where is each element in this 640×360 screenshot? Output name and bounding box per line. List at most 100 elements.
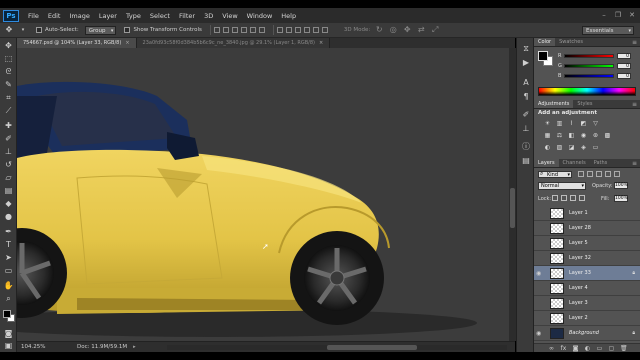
b-slider[interactable]: B 0 bbox=[558, 72, 636, 79]
layer-row[interactable]: Layer 1 bbox=[534, 206, 640, 221]
channel-mixer-icon[interactable]: ⊛ bbox=[592, 132, 599, 139]
visibility-eye-icon[interactable]: ◉ bbox=[536, 270, 544, 277]
panel-menu-icon[interactable]: ≡ bbox=[632, 159, 637, 168]
dodge-tool-icon[interactable]: ● bbox=[3, 211, 14, 222]
blur-tool-icon[interactable]: ◆ bbox=[3, 198, 14, 209]
r-value[interactable]: 0 bbox=[617, 52, 631, 59]
foreground-color-chip[interactable] bbox=[538, 51, 548, 61]
photo-filter-icon[interactable]: ◉ bbox=[580, 132, 587, 139]
levels-icon[interactable]: ▥ bbox=[556, 120, 563, 127]
exposure-icon[interactable]: ◩ bbox=[580, 120, 587, 127]
b-value[interactable]: 0 bbox=[617, 72, 631, 79]
layer-row[interactable]: Layer 2 bbox=[534, 311, 640, 326]
scroll-thumb[interactable] bbox=[510, 188, 515, 228]
move-tool-icon[interactable]: ✥ bbox=[3, 40, 14, 51]
properties-panel-icon[interactable]: ▤ bbox=[521, 156, 531, 166]
visibility-toggle-icon[interactable] bbox=[536, 285, 544, 292]
distribute-icon[interactable] bbox=[303, 27, 310, 33]
align-center-icon[interactable] bbox=[249, 27, 256, 33]
distribute-icon[interactable] bbox=[321, 27, 328, 33]
3d-rotate-icon[interactable]: ↻ bbox=[374, 25, 384, 35]
tab-swatches[interactable]: Swatches bbox=[555, 38, 587, 46]
hand-tool-icon[interactable]: ✋ bbox=[3, 280, 14, 291]
align-left-icon[interactable] bbox=[240, 27, 247, 33]
tab-layers[interactable]: Layers bbox=[534, 159, 559, 167]
distribute-icon[interactable] bbox=[285, 27, 292, 33]
new-group-icon[interactable]: ▭ bbox=[596, 345, 603, 352]
tab-adjustments[interactable]: Adjustments bbox=[534, 100, 574, 108]
vertical-scrollbar[interactable] bbox=[509, 48, 516, 341]
horizontal-scrollbar[interactable] bbox=[167, 345, 507, 350]
curves-icon[interactable]: ⌇ bbox=[568, 120, 575, 127]
tab-channels[interactable]: Channels bbox=[559, 159, 590, 167]
close-tab-icon[interactable]: × bbox=[319, 40, 323, 46]
align-middle-icon[interactable] bbox=[222, 27, 229, 33]
close-tab-icon[interactable]: × bbox=[125, 40, 129, 46]
3d-pan-icon[interactable]: ✥ bbox=[402, 25, 412, 35]
visibility-toggle-icon[interactable] bbox=[536, 315, 544, 322]
zoom-level[interactable]: 104.25% bbox=[21, 344, 57, 350]
layer-row-background[interactable]: ◉ Background 🔒︎ bbox=[534, 326, 640, 341]
document-tab[interactable]: 754667.psd @ 104% (Layer 33, RGB/8) × bbox=[17, 38, 137, 48]
panel-menu-icon[interactable]: ≡ bbox=[632, 100, 637, 109]
character-panel-icon[interactable]: A bbox=[521, 78, 531, 88]
path-select-tool-icon[interactable]: ➤ bbox=[3, 252, 14, 263]
link-layers-icon[interactable]: ∞ bbox=[548, 345, 555, 352]
layer-style-icon[interactable]: fx bbox=[560, 345, 567, 352]
filter-kind-dropdown[interactable]: Kind bbox=[538, 171, 572, 178]
pixel-filter-icon[interactable] bbox=[578, 171, 584, 177]
quick-select-tool-icon[interactable]: ✎ bbox=[3, 79, 14, 90]
paragraph-panel-icon[interactable]: ¶ bbox=[521, 92, 531, 102]
smart-object-filter-icon[interactable] bbox=[614, 171, 620, 177]
layer-row[interactable]: Layer 28 bbox=[534, 221, 640, 236]
type-tool-icon[interactable]: T bbox=[3, 239, 14, 250]
eyedropper-tool-icon[interactable]: ⟋ bbox=[3, 105, 14, 116]
color-spectrum-bar[interactable] bbox=[538, 87, 636, 96]
restore-icon[interactable]: ❐ bbox=[614, 11, 622, 19]
clone-source-panel-icon[interactable]: ⊥ bbox=[521, 124, 531, 134]
history-panel-icon[interactable]: ⧖ bbox=[521, 44, 531, 54]
vibrance-icon[interactable]: ▽ bbox=[592, 120, 599, 127]
layer-row[interactable]: Layer 3 bbox=[534, 296, 640, 311]
layer-row[interactable]: Layer 5 bbox=[534, 236, 640, 251]
tab-styles[interactable]: Styles bbox=[573, 100, 596, 108]
lock-transparent-icon[interactable] bbox=[552, 195, 558, 201]
align-top-icon[interactable] bbox=[213, 27, 220, 33]
shape-filter-icon[interactable] bbox=[605, 171, 611, 177]
quick-mask-icon[interactable]: ◙ bbox=[3, 328, 14, 339]
document-canvas[interactable] bbox=[17, 48, 509, 341]
layer-row-selected[interactable]: ◉ Layer 33 🔒︎ bbox=[534, 266, 640, 281]
document-tab[interactable]: 23a0fd93c58f0d384b5b6c9c_ne_3840.jpg @ 2… bbox=[136, 38, 331, 48]
invert-icon[interactable]: ◐ bbox=[544, 144, 551, 151]
menu-edit[interactable]: Edit bbox=[48, 12, 61, 20]
menu-filter[interactable]: Filter bbox=[179, 12, 195, 20]
brush-tool-icon[interactable]: ✐ bbox=[3, 133, 14, 144]
adjustment-filter-icon[interactable] bbox=[587, 171, 593, 177]
lock-position-icon[interactable] bbox=[570, 195, 576, 201]
new-adjustment-icon[interactable]: ◐ bbox=[584, 345, 591, 352]
screen-mode-icon[interactable]: ▣ bbox=[3, 340, 14, 351]
scroll-thumb[interactable] bbox=[327, 345, 417, 350]
tab-color[interactable]: Color bbox=[534, 38, 556, 46]
color-balance-icon[interactable]: ⚖ bbox=[556, 132, 563, 139]
visibility-toggle-icon[interactable] bbox=[536, 240, 544, 247]
clone-stamp-tool-icon[interactable]: ⊥ bbox=[3, 146, 14, 157]
pen-tool-icon[interactable]: ✒ bbox=[3, 226, 14, 237]
g-value[interactable]: 0 bbox=[617, 62, 631, 69]
visibility-toggle-icon[interactable] bbox=[536, 225, 544, 232]
menu-view[interactable]: View bbox=[222, 12, 237, 20]
align-right-icon[interactable] bbox=[258, 27, 265, 33]
close-icon[interactable]: ✕ bbox=[628, 11, 636, 19]
panel-menu-icon[interactable]: ≡ bbox=[632, 38, 637, 47]
blend-mode-dropdown[interactable]: Normal bbox=[538, 182, 586, 190]
add-mask-icon[interactable]: ◙ bbox=[572, 345, 579, 352]
align-bottom-icon[interactable] bbox=[231, 27, 238, 33]
zoom-tool-icon[interactable]: ⌕ bbox=[3, 293, 14, 304]
g-slider[interactable]: G 0 bbox=[558, 62, 636, 69]
history-brush-tool-icon[interactable]: ↺ bbox=[3, 159, 14, 170]
crop-tool-icon[interactable]: ⌗ bbox=[3, 92, 14, 103]
layer-row[interactable]: Layer 4 bbox=[534, 281, 640, 296]
hue-saturation-icon[interactable]: ▦ bbox=[544, 132, 551, 139]
auto-select-checkbox[interactable] bbox=[36, 27, 42, 33]
brightness-contrast-icon[interactable]: ☀ bbox=[544, 120, 551, 127]
